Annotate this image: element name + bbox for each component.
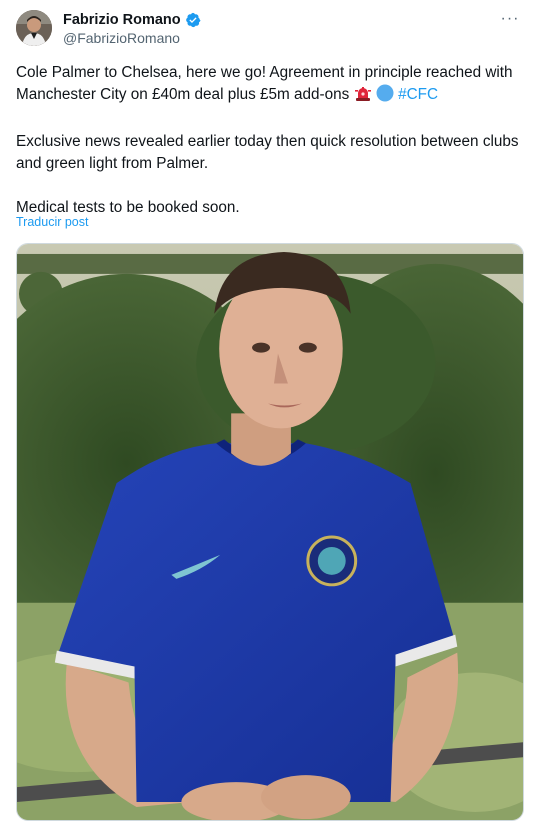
author-avatar[interactable] bbox=[16, 10, 52, 46]
hashtag-link[interactable]: #CFC bbox=[398, 86, 438, 103]
blue-circle-icon bbox=[376, 84, 394, 109]
author-name-text: Fabrizio Romano bbox=[63, 12, 181, 28]
tweet-paragraph-3: Medical tests to be booked soon. bbox=[16, 199, 240, 216]
tweet-text: Cole Palmer to Chelsea, here we go! Agre… bbox=[16, 62, 526, 219]
more-horizontal-icon[interactable]: ··· bbox=[497, 8, 523, 30]
rotating-light-icon bbox=[354, 84, 372, 109]
avatar-photo-icon bbox=[16, 10, 52, 46]
author-handle[interactable]: @FabrizioRomano bbox=[63, 29, 180, 47]
tweet-paragraph-2: Exclusive news revealed earlier today th… bbox=[16, 133, 519, 172]
tweet-line-1: Cole Palmer to Chelsea, here we go! Agre… bbox=[16, 64, 513, 103]
tweet-paragraph-1: Cole Palmer to Chelsea, here we go! Agre… bbox=[16, 62, 526, 109]
tweet-card: Fabrizio Romano @FabrizioRomano ··· Cole… bbox=[0, 0, 535, 826]
translate-post-link[interactable]: Traducir post bbox=[16, 215, 88, 229]
tweet-media-photo[interactable] bbox=[16, 243, 524, 821]
player-photo-icon bbox=[17, 244, 523, 820]
verified-badge-icon bbox=[185, 12, 201, 28]
author-name[interactable]: Fabrizio Romano bbox=[63, 11, 201, 29]
